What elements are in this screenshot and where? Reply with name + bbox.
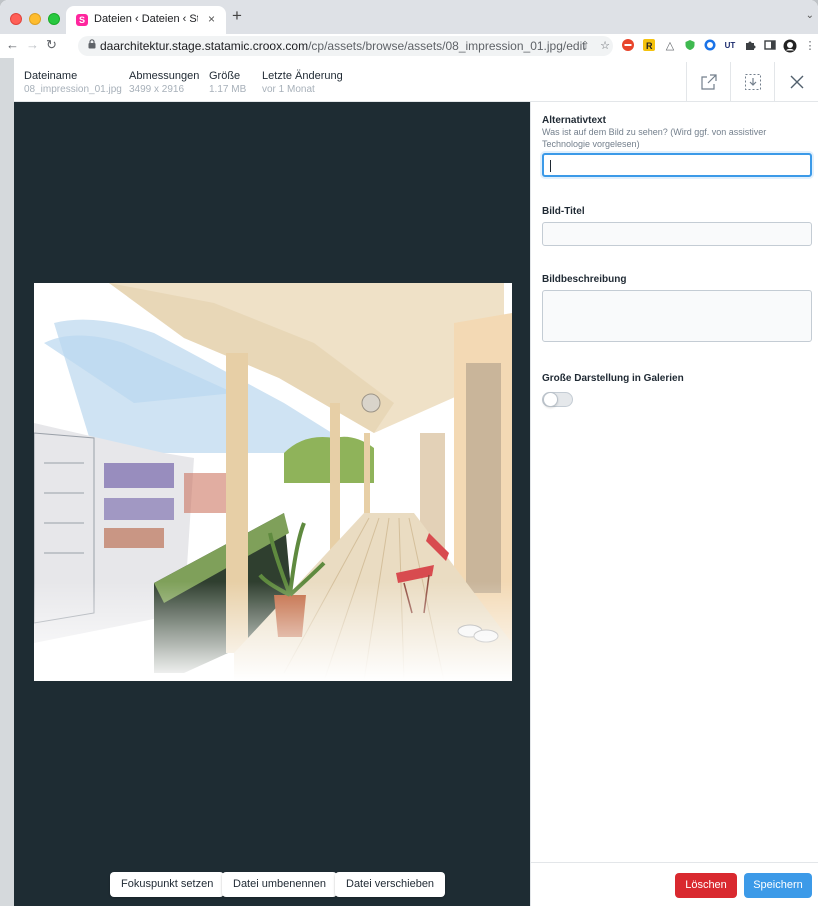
image-description-textarea[interactable] (542, 290, 812, 342)
page-backdrop (0, 58, 14, 906)
browser-window: S Dateien ‹ Dateien ‹ Statamic × + ⌄ ← →… (0, 0, 818, 906)
url-field[interactable]: daarchitektur.stage.statamic.croox.com/c… (78, 36, 613, 56)
meta-size: Größe 1.17 MB (209, 70, 246, 95)
toggle-knob (543, 392, 558, 407)
dimensions-value: 3499 x 2916 (129, 84, 185, 95)
url-text: daarchitektur.stage.statamic.croox.com/c… (100, 39, 586, 53)
back-arrow-icon[interactable]: ← (6, 37, 19, 53)
asset-image[interactable] (34, 283, 512, 681)
ext-r-icon[interactable]: R (642, 39, 656, 53)
modified-value: vor 1 Monat (262, 84, 315, 95)
new-tab-button[interactable]: + (232, 7, 242, 25)
url-host: daarchitektur.stage.statamic.croox.com (100, 39, 309, 53)
set-focus-point-button[interactable]: Fokuspunkt setzen (110, 872, 225, 897)
url-path: /cp/assets/browse/assets/08_impression_0… (308, 39, 586, 53)
save-button[interactable]: Speichern (744, 873, 812, 898)
external-link-icon (700, 74, 717, 90)
meta-modified: Letzte Änderung vor 1 Monat (262, 70, 343, 95)
image-title-input[interactable] (542, 222, 812, 246)
ext-cloud-icon[interactable]: △ (663, 39, 677, 53)
text-cursor (550, 160, 551, 172)
meta-dimensions: Abmessungen 3499 x 2916 (129, 70, 199, 95)
maximize-window-button[interactable] (48, 13, 60, 25)
profile-icon[interactable] (783, 39, 797, 53)
dimensions-label: Abmessungen (129, 70, 200, 82)
sidebar-icon[interactable] (763, 39, 777, 53)
browser-tab[interactable]: S Dateien ‹ Dateien ‹ Statamic × (66, 6, 226, 34)
filename-label: Dateiname (24, 70, 78, 82)
image-description-label: Bildbeschreibung (542, 274, 627, 285)
ext-1password-icon[interactable] (703, 39, 717, 53)
close-icon (790, 75, 803, 89)
asset-meta-bar: Dateiname 08_impression_01.jpg Abmessung… (14, 62, 818, 102)
chevron-down-icon[interactable]: ⌄ (806, 10, 814, 21)
tab-title: Dateien ‹ Dateien ‹ Statamic (94, 13, 198, 25)
reload-icon[interactable]: ↻ (46, 37, 57, 53)
gallery-display-label: Große Darstellung in Galerien (542, 373, 684, 384)
close-window-button[interactable] (10, 13, 22, 25)
svg-text:R: R (646, 41, 653, 51)
ext-shield-icon[interactable] (683, 39, 697, 53)
alt-text-help: Was ist auf dem Bild zu sehen? (Wird ggf… (542, 127, 767, 149)
meta-filename: Dateiname 08_impression_01.jpg (24, 70, 122, 95)
puzzle-icon[interactable] (743, 39, 757, 53)
minimize-window-button[interactable] (29, 13, 41, 25)
ext-ut-icon[interactable]: UT (723, 39, 737, 53)
size-value: 1.17 MB (209, 84, 247, 95)
move-file-button[interactable]: Datei verschieben (335, 872, 446, 897)
alt-text-input[interactable] (542, 153, 812, 177)
open-external-button[interactable] (686, 62, 730, 102)
download-icon (744, 74, 761, 90)
rename-file-button[interactable]: Datei umbenennen (222, 872, 337, 897)
tab-bar: S Dateien ‹ Dateien ‹ Statamic × + ⌄ (0, 0, 818, 34)
image-preview-area (14, 102, 530, 862)
alt-text-label: Alternativtext (542, 115, 606, 126)
address-bar: ← → ↻ daarchitektur.stage.statamic.croox… (0, 34, 818, 58)
image-title-label: Bild-Titel (542, 206, 585, 217)
form-actions: Löschen Speichern (530, 862, 818, 906)
lock-icon (88, 39, 96, 52)
tab-close-icon[interactable]: × (208, 12, 215, 26)
modified-label: Letzte Änderung (262, 70, 343, 82)
forward-arrow-icon[interactable]: → (26, 37, 39, 53)
asset-fields-panel: Alternativtext Was ist auf dem Bild zu s… (530, 102, 818, 862)
balcony-illustration (34, 283, 512, 681)
gallery-display-toggle[interactable] (542, 392, 573, 407)
size-label: Größe (209, 70, 241, 82)
download-button[interactable] (730, 62, 774, 102)
statamic-favicon-icon: S (76, 14, 88, 26)
star-icon[interactable]: ☆ (598, 39, 612, 53)
share-icon[interactable]: ⇧ (578, 39, 592, 53)
close-editor-button[interactable] (774, 62, 818, 102)
ext-red-icon[interactable] (621, 39, 635, 53)
preview-actions: Fokuspunkt setzen Datei umbenennen Datei… (14, 862, 530, 906)
filename-value: 08_impression_01.jpg (24, 84, 122, 95)
kebab-menu-icon[interactable]: ⋮ (803, 39, 817, 53)
delete-button[interactable]: Löschen (675, 873, 737, 898)
